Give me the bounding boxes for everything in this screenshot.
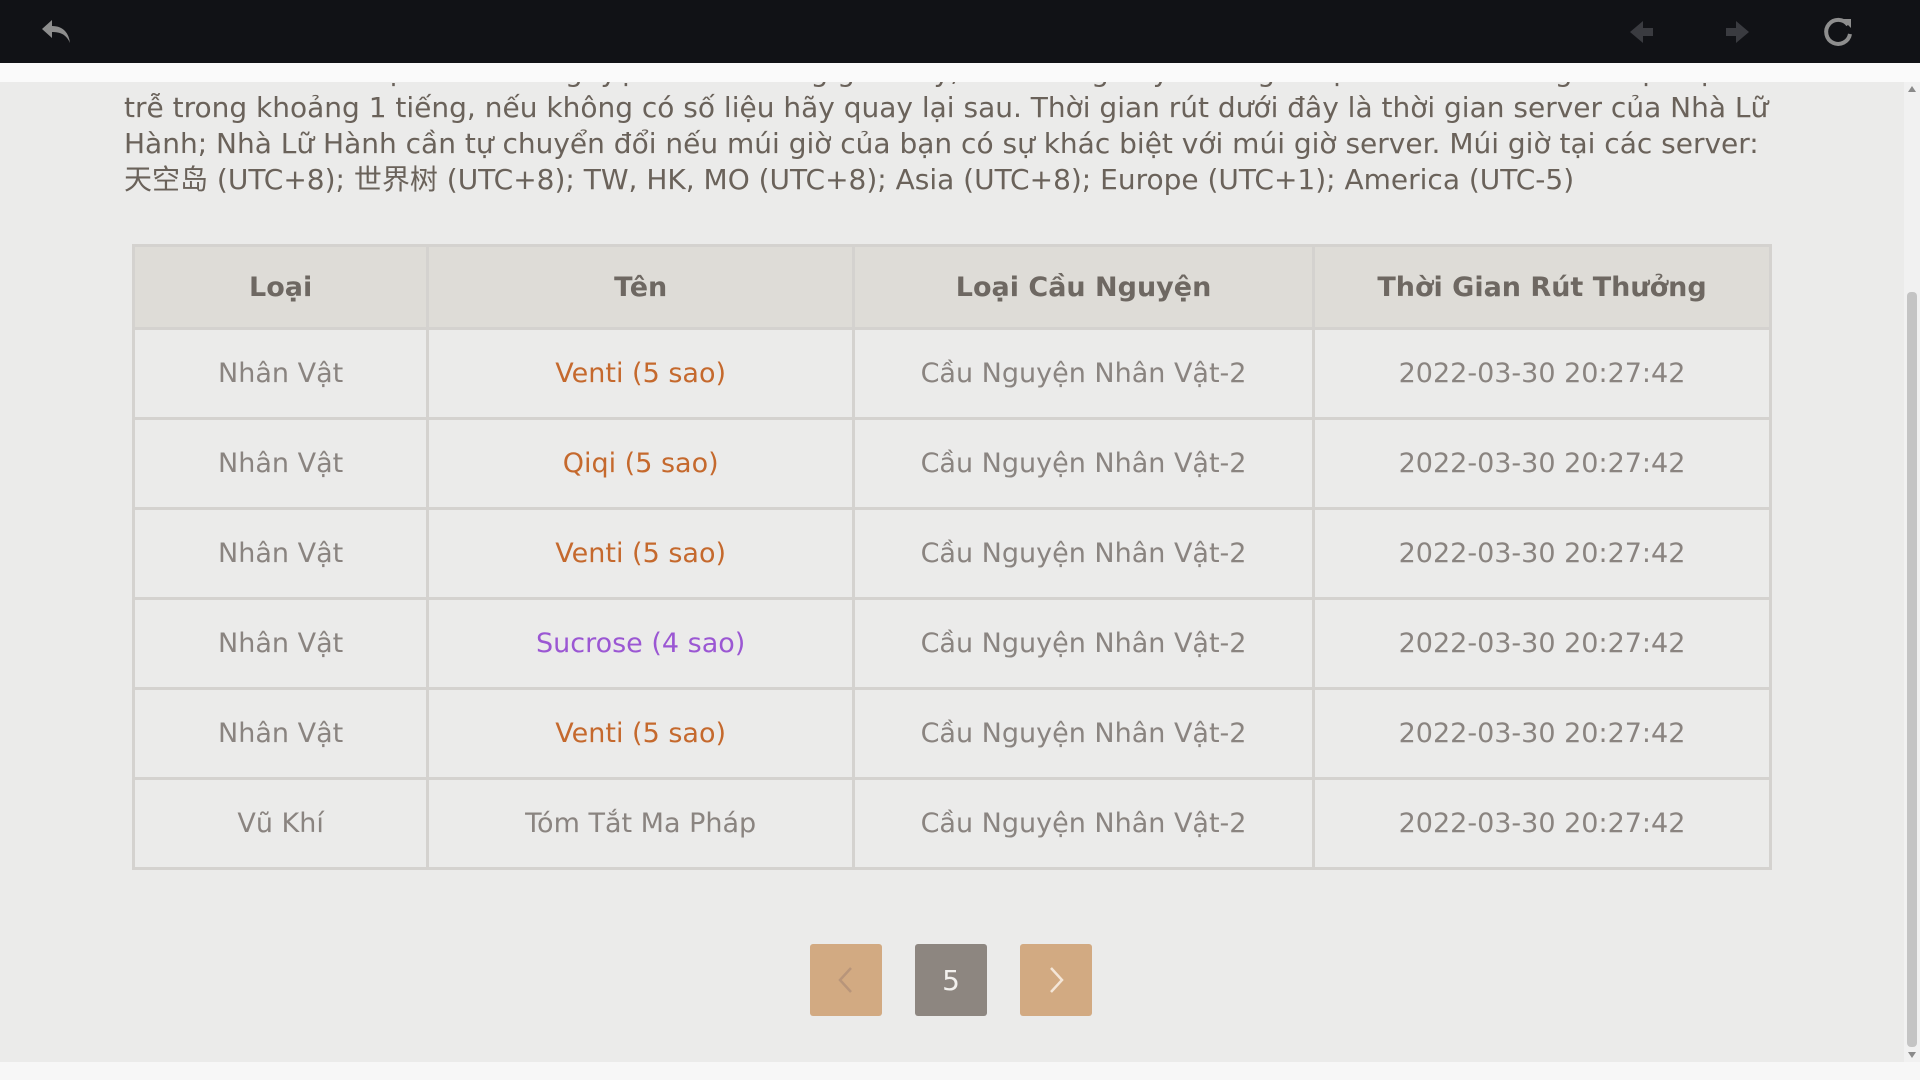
cell-name: Qiqi (5 sao) <box>426 417 856 510</box>
table-row: Nhân Vật Venti (5 sao) Cầu Nguyện Nhân V… <box>131 327 1772 420</box>
cell-name: Venti (5 sao) <box>426 327 856 420</box>
cell-type: Nhân Vật <box>131 507 430 600</box>
cell-time: 2022-03-30 20:27:42 <box>1312 507 1772 600</box>
cell-type: Nhân Vật <box>131 417 430 510</box>
nav-forward-icon[interactable] <box>1716 10 1760 54</box>
table-row: Nhân Vật Venti (5 sao) Cầu Nguyện Nhân V… <box>131 687 1772 780</box>
cell-type: Nhân Vật <box>131 597 430 690</box>
table-header-row: Loại Tên Loại Cầu Nguyện Thời Gian Rút T… <box>131 244 1772 330</box>
cell-wish-type: Cầu Nguyện Nhân Vật-2 <box>852 777 1316 870</box>
header-type: Loại <box>131 244 430 330</box>
cell-time: 2022-03-30 20:27:42 <box>1312 327 1772 420</box>
cell-type: Vũ Khí <box>131 777 430 870</box>
scroll-down-icon[interactable] <box>1908 1052 1916 1058</box>
cell-name: Venti (5 sao) <box>426 507 856 600</box>
wish-history-page: ... có thể kiểm tra lịch sử Cầu Nguyện c… <box>0 82 1904 1062</box>
current-page-indicator[interactable]: 5 <box>915 944 987 1016</box>
chevron-left-icon <box>838 967 852 993</box>
cell-name: Venti (5 sao) <box>426 687 856 780</box>
header-wish-type: Loại Cầu Nguyện <box>852 244 1316 330</box>
table-row: Nhân Vật Venti (5 sao) Cầu Nguyện Nhân V… <box>131 507 1772 600</box>
cell-time: 2022-03-30 20:27:42 <box>1312 777 1772 870</box>
vertical-scrollbar[interactable] <box>1904 82 1920 1062</box>
cell-wish-type: Cầu Nguyện Nhân Vật-2 <box>852 597 1316 690</box>
table-row: Nhân Vật Qiqi (5 sao) Cầu Nguyện Nhân Vậ… <box>131 417 1772 510</box>
table-row: Vũ Khí Tóm Tắt Ma Pháp Cầu Nguyện Nhân V… <box>131 777 1772 870</box>
cell-wish-type: Cầu Nguyện Nhân Vật-2 <box>852 687 1316 780</box>
cell-wish-type: Cầu Nguyện Nhân Vật-2 <box>852 327 1316 420</box>
header-time: Thời Gian Rút Thưởng <box>1312 244 1772 330</box>
table-row: Nhân Vật Sucrose (4 sao) Cầu Nguyện Nhân… <box>131 597 1772 690</box>
next-page-button[interactable] <box>1020 944 1092 1016</box>
cell-wish-type: Cầu Nguyện Nhân Vật-2 <box>852 507 1316 600</box>
app-toolbar <box>0 0 1920 63</box>
header-name: Tên <box>426 244 856 330</box>
wish-history-table-wrapper: Loại Tên Loại Cầu Nguyện Thời Gian Rút T… <box>131 244 1772 870</box>
nav-back-icon[interactable] <box>1619 10 1663 54</box>
cell-name: Tóm Tắt Ma Pháp <box>426 777 856 870</box>
scrollbar-thumb[interactable] <box>1907 292 1917 1047</box>
intro-text: ... có thể kiểm tra lịch sử Cầu Nguyện c… <box>124 82 1769 196</box>
back-arrow-icon[interactable] <box>34 10 78 54</box>
cell-type: Nhân Vật <box>131 327 430 420</box>
scroll-up-icon[interactable] <box>1908 86 1916 92</box>
toolbar-divider <box>0 63 1920 82</box>
wish-history-table: Loại Tên Loại Cầu Nguyện Thời Gian Rút T… <box>131 244 1772 870</box>
cell-wish-type: Cầu Nguyện Nhân Vật-2 <box>852 417 1316 510</box>
cell-time: 2022-03-30 20:27:42 <box>1312 687 1772 780</box>
cell-name: Sucrose (4 sao) <box>426 597 856 690</box>
cell-type: Nhân Vật <box>131 687 430 780</box>
bottom-strip <box>0 1062 1920 1080</box>
cell-time: 2022-03-30 20:27:42 <box>1312 417 1772 510</box>
chevron-right-icon <box>1050 967 1064 993</box>
reload-icon[interactable] <box>1816 10 1860 54</box>
prev-page-button[interactable] <box>810 944 882 1016</box>
cell-time: 2022-03-30 20:27:42 <box>1312 597 1772 690</box>
